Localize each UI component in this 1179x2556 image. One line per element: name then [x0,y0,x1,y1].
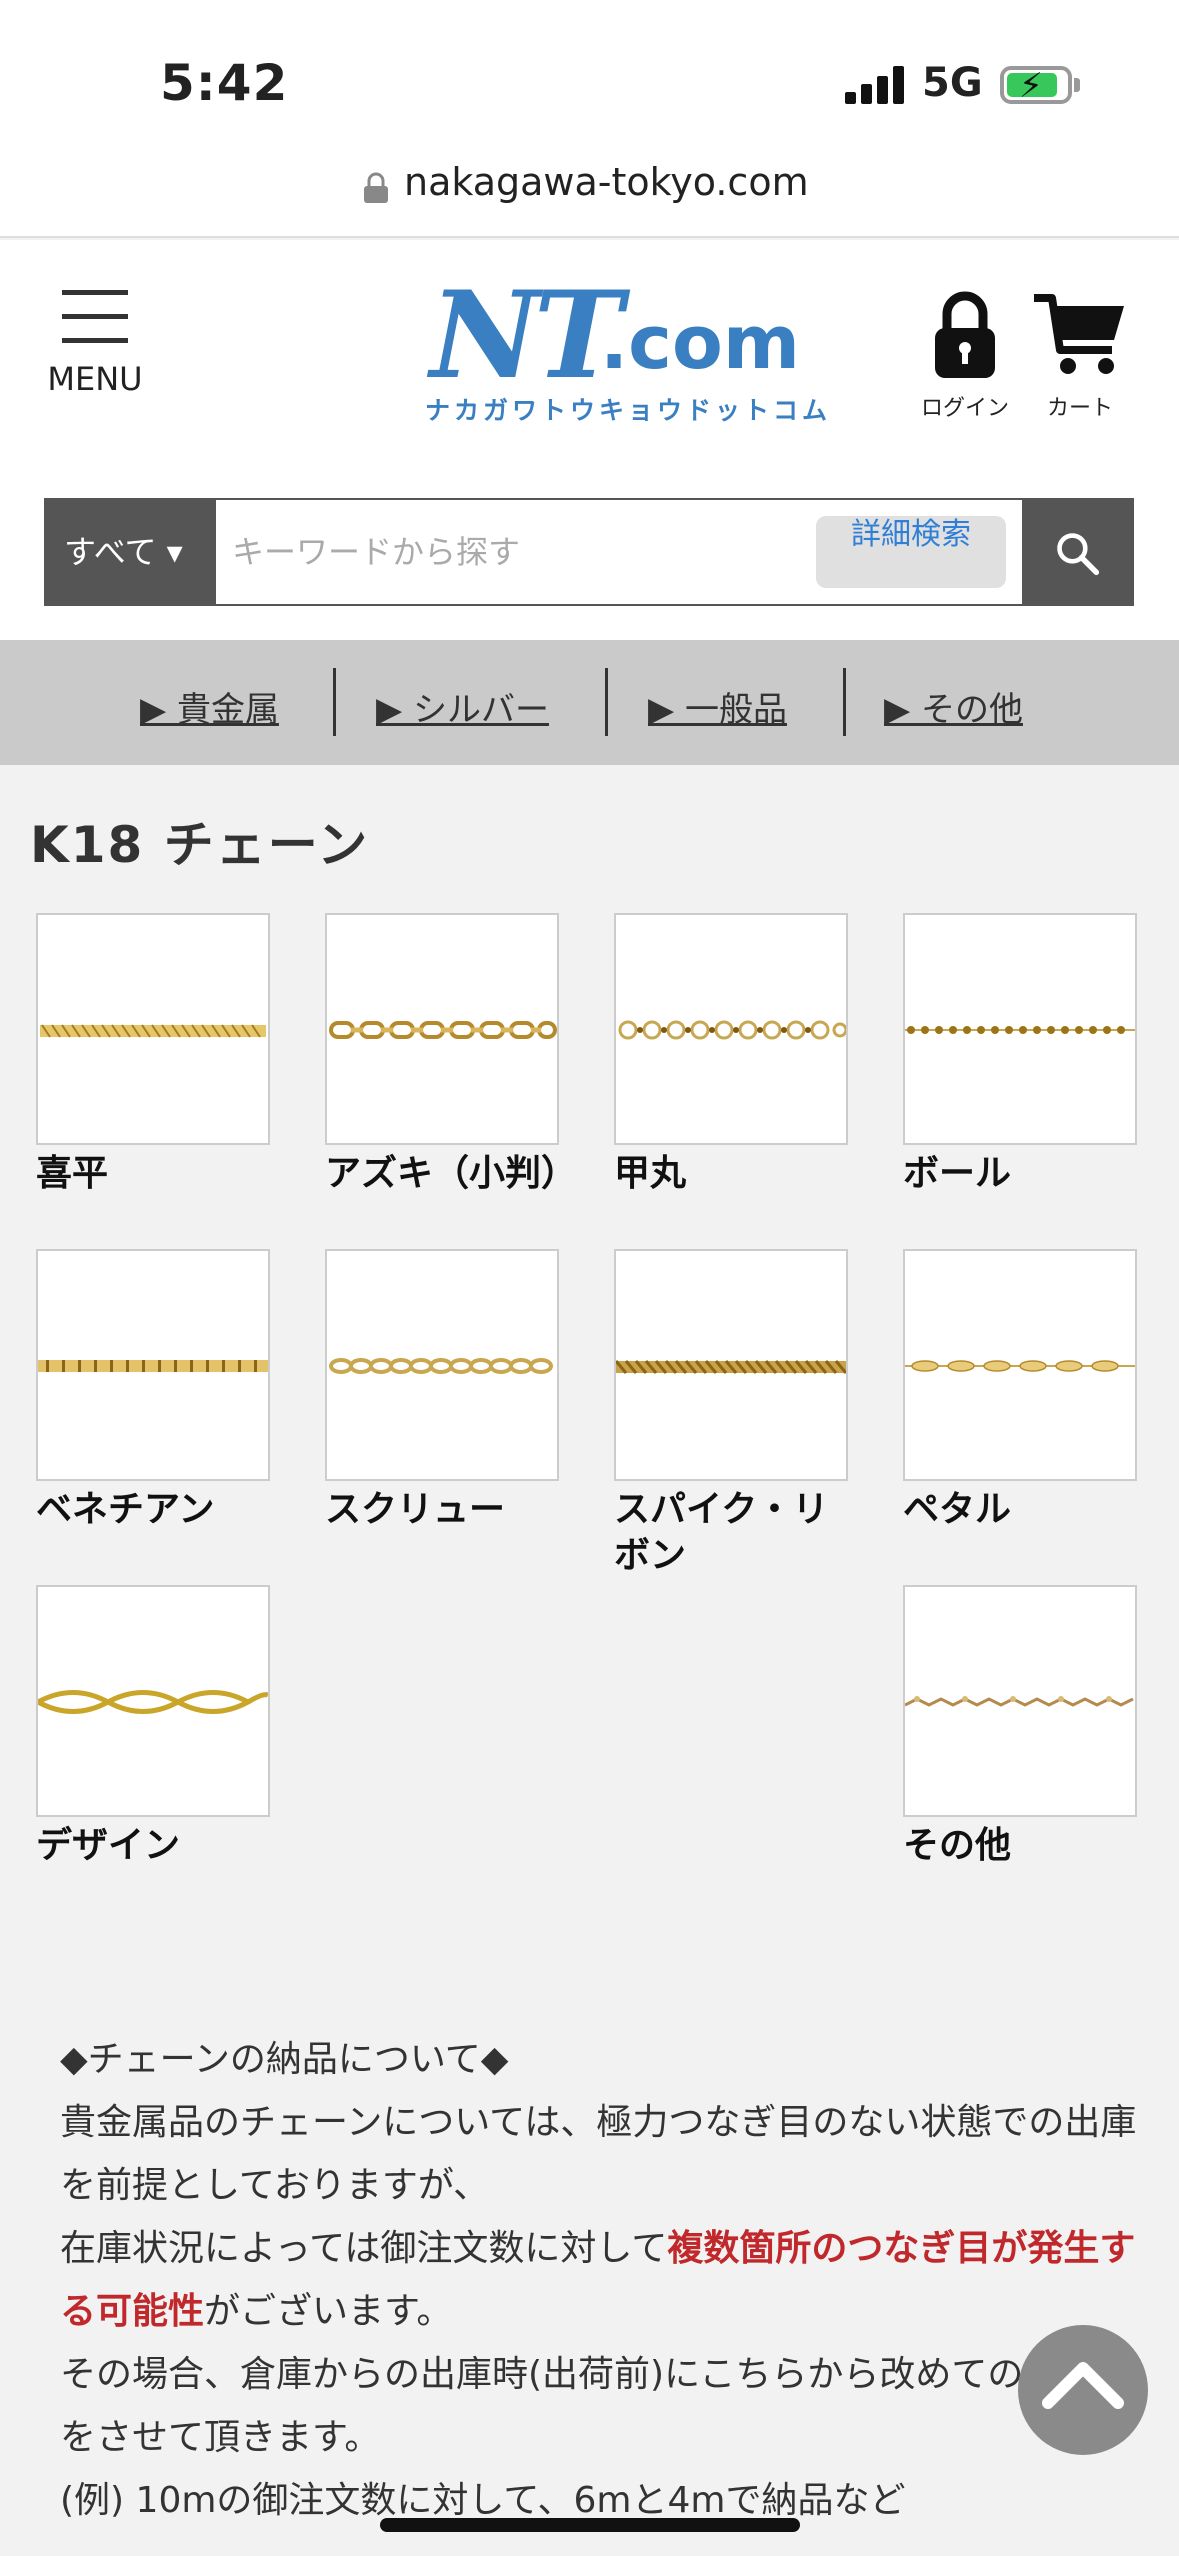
product-image [614,913,848,1145]
home-indicator[interactable] [380,2518,800,2532]
product-tile[interactable]: デザイン [36,1585,276,1869]
product-image [903,1249,1137,1481]
product-tile[interactable]: スパイク・リボン [614,1249,854,1579]
nav-divider [605,668,608,736]
nav-precious-metals[interactable]: ▶ 貴金属 [140,682,279,731]
login-button[interactable]: ログイン [910,290,1020,421]
cart-button[interactable]: カート [1025,290,1135,421]
petal-chain-icon [905,1360,1135,1372]
signal-icon [845,66,905,104]
logo-kana: ナカガワトウキョウドットコム [425,396,832,425]
notice-text-part: 在庫状況によっては御注文数に対して [60,2228,668,2269]
product-name[interactable]: その他 [903,1823,1143,1869]
notice-heading: ◆チェーンの納品について◆ [60,2039,509,2080]
page-title: K18 チェーン [30,816,370,874]
product-name[interactable]: ボール [903,1151,1143,1197]
product-name[interactable]: デザイン [36,1823,276,1869]
product-tile[interactable]: ボール [903,913,1143,1197]
spike-chain-icon [616,1360,846,1374]
product-image [903,1585,1137,1817]
category-nav: ▶ 貴金属 ▶ シルバー ▶ 一般品 ▶ その他 [0,640,1179,765]
product-name[interactable]: アズキ（小判） [325,1151,577,1197]
battery-icon: ⚡ [1000,66,1072,106]
address-bar[interactable]: nakagawa-tokyo.com [0,150,1179,238]
product-image [903,913,1137,1145]
hamburger-line [62,338,128,343]
logo-mark: NT [430,265,623,406]
product-tile[interactable]: 喜平 [36,913,276,1197]
product-image [36,1249,270,1481]
product-image [36,1585,270,1817]
chevron-up-icon [1042,2362,1124,2409]
padlock-icon [935,291,995,378]
product-name[interactable]: 甲丸 [614,1151,854,1197]
status-time: 5:42 [160,54,289,112]
other-chain-icon [905,1696,1134,1707]
site-logo[interactable]: NT .com ナカガワトウキョウドットコム [410,265,827,425]
screw-chain-icon [329,1358,553,1374]
rolo-chain-icon [618,1020,846,1040]
product-tile[interactable]: ベネチアン [36,1249,276,1533]
logo-domain: .com [600,300,800,386]
product-name[interactable]: スクリュー [325,1487,565,1533]
advanced-search-button[interactable]: 詳細検索 [816,516,1006,588]
product-name[interactable]: ペタル [903,1487,1143,1533]
network-label: 5G [922,60,983,106]
battery-cap [1074,78,1080,92]
product-name[interactable]: ベネチアン [36,1487,276,1533]
ball-chain-icon [905,1026,1135,1034]
lock-icon [364,172,388,203]
nav-general[interactable]: ▶ 一般品 [648,682,787,731]
venetian-chain-icon [38,1360,268,1372]
product-tile[interactable]: その他 [903,1585,1143,1869]
product-tile[interactable]: 甲丸 [614,913,854,1197]
product-name[interactable]: スパイク・リボン [614,1487,854,1579]
product-image [325,1249,559,1481]
notice-text-part: がございます。 [204,2291,453,2332]
product-name[interactable]: 喜平 [36,1151,276,1197]
nav-divider [333,668,336,736]
cart-icon [1034,294,1124,374]
design-chain-icon [38,1690,268,1714]
hamburger-line [62,314,128,319]
notice-text: 在庫状況によっては御注文数に対して複数箇所のつなぎ目が発生する可能性がございます… [60,2217,1140,2343]
url-text[interactable]: nakagawa-tokyo.com [404,160,809,204]
product-image [614,1249,848,1481]
hamburger-icon [62,290,128,295]
scroll-to-top-button[interactable] [1018,2325,1148,2455]
search-input[interactable] [220,500,820,604]
curb-chain-icon [40,1024,266,1038]
nav-other[interactable]: ▶ その他 [884,682,1023,731]
nav-divider [843,668,846,736]
nav-silver[interactable]: ▶ シルバー [376,682,549,731]
notice-text: その場合、倉庫からの出庫時(出荷前)にこちらから改めてのご連絡をさせて頂きます。 [60,2354,1132,2458]
cart-label: カート [1046,396,1113,421]
search-category-select[interactable]: すべて ▾ [46,500,216,604]
status-bar: 5:42 5G ⚡ [0,0,1179,150]
product-image [36,913,270,1145]
search-bar: すべて ▾ 詳細検索 [44,498,1134,606]
product-tile[interactable]: ペタル [903,1249,1143,1533]
site-header: MENU NT .com ナカガワトウキョウドットコム ログイン カート すべて… [0,240,1179,640]
search-button[interactable] [1022,500,1132,604]
search-icon [1057,533,1100,576]
menu-label: MENU [47,360,143,398]
delivery-notice: ◆チェーンの納品について◆ 貴金属品のチェーンについては、極力つなぎ目のない状態… [60,2028,1140,2532]
notice-text: 貴金属品のチェーンについては、極力つなぎ目のない状態での出庫を前提としております… [60,2102,1137,2206]
product-tile[interactable]: スクリュー [325,1249,565,1533]
menu-button[interactable]: MENU [40,290,150,400]
product-tile[interactable]: アズキ（小判） [325,913,577,1197]
login-label: ログイン [920,396,1009,421]
cable-chain-icon [329,1021,557,1039]
product-image [325,913,559,1145]
